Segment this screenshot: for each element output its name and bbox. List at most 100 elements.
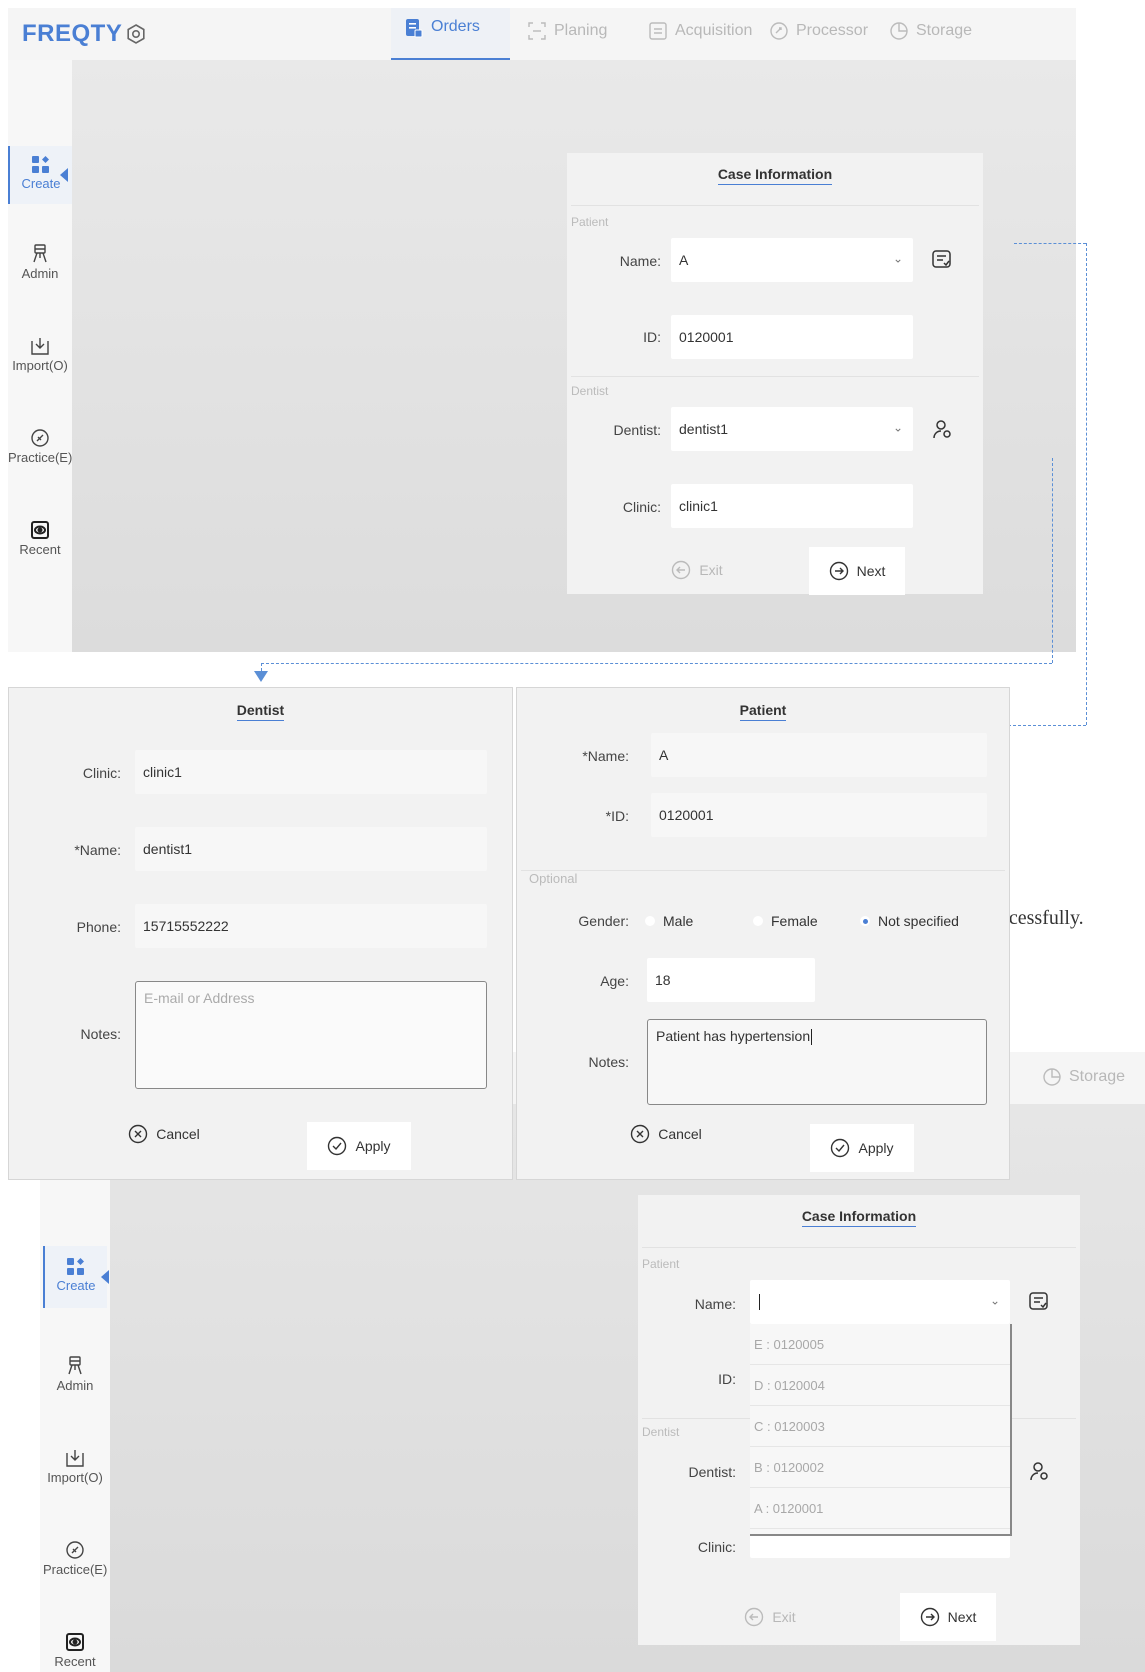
- patient-edit-icon[interactable]: [931, 249, 953, 271]
- sidebar-item-label: Practice(E): [8, 450, 73, 465]
- sidebar-item-recent[interactable]: Recent: [43, 1632, 107, 1669]
- top-nav-bar: FREQTY Orders Planing Acquisition Proces…: [8, 8, 1076, 60]
- app-logo: FREQTY: [22, 20, 123, 47]
- chevron-down-icon: ⌄: [892, 251, 903, 266]
- connector-line: [261, 663, 1052, 664]
- dialog-title: Dentist: [9, 702, 512, 721]
- storage-icon: [1043, 1068, 1061, 1086]
- id-field[interactable]: 0120001: [671, 315, 913, 359]
- clinic-field-value: clinic1: [679, 498, 718, 514]
- tab-planing[interactable]: Planing: [514, 22, 621, 60]
- phone-field[interactable]: 15715552222: [135, 904, 487, 948]
- section-label-dentist: Dentist: [642, 1425, 680, 1439]
- tab-orders[interactable]: Orders: [391, 8, 510, 60]
- cancel-button[interactable]: Cancel: [119, 1112, 209, 1156]
- active-indicator-arrow: [101, 1270, 109, 1284]
- sidebar-item-import[interactable]: Import(O): [8, 336, 72, 373]
- dropdown-item[interactable]: C : 0120003: [750, 1406, 1010, 1447]
- dropdown-item[interactable]: B : 0120002: [750, 1447, 1010, 1488]
- next-button[interactable]: Next: [809, 547, 905, 595]
- sidebar-item-label: Admin: [21, 266, 59, 281]
- sidebar-item-recent[interactable]: Recent: [8, 520, 72, 557]
- clinic-field[interactable]: clinic1: [671, 484, 913, 528]
- notes-placeholder: E-mail or Address: [144, 990, 255, 1006]
- name-field[interactable]: dentist1: [135, 827, 487, 871]
- next-button[interactable]: Next: [900, 1593, 996, 1641]
- notes-label: Notes:: [80, 1026, 121, 1042]
- next-button-label: Next: [856, 563, 886, 579]
- clinic-label: Clinic:: [697, 1539, 736, 1555]
- dentist-edit-icon[interactable]: [1028, 1460, 1050, 1482]
- gender-label: Gender:: [578, 913, 629, 929]
- gender-radio-female[interactable]: Female: [753, 913, 818, 929]
- tab-acquisition[interactable]: Acquisition: [635, 22, 766, 60]
- radio-selected-icon: [860, 916, 870, 926]
- tab-storage[interactable]: Storage: [876, 22, 986, 60]
- exit-button[interactable]: Exit: [720, 1595, 820, 1639]
- radio-icon: [645, 916, 655, 926]
- dentist-edit-icon[interactable]: [931, 418, 953, 440]
- sidebar-item-import[interactable]: Import(O): [43, 1448, 107, 1485]
- notes-value: Patient has hypertension: [656, 1028, 811, 1044]
- sidebar-item-label: Practice(E): [43, 1562, 108, 1577]
- name-dropdown-list: E : 0120005 D : 0120004 C : 0120003 B : …: [750, 1324, 1012, 1536]
- notes-textarea[interactable]: E-mail or Address: [135, 981, 487, 1089]
- gender-radio-male[interactable]: Male: [645, 913, 693, 929]
- dropdown-item[interactable]: D : 0120004: [750, 1365, 1010, 1406]
- case-information-card: Case Information Patient Name: A ⌄ ID: 0…: [567, 153, 983, 595]
- check-circle-icon: [328, 1136, 347, 1156]
- cancel-button-label: Cancel: [658, 1126, 702, 1142]
- apply-button[interactable]: Apply: [307, 1122, 411, 1170]
- sidebar-item-practice[interactable]: Practice(E): [43, 1540, 107, 1577]
- gender-radio-not-specified[interactable]: Not specified: [860, 913, 959, 929]
- age-field-value: 18: [655, 972, 671, 988]
- case-information-card: Case Information Patient Name: ⌄ ID: Den…: [638, 1195, 1080, 1645]
- card-title: Case Information: [638, 1208, 1080, 1227]
- active-indicator-arrow: [60, 168, 68, 182]
- sidebar-item-label: Create: [56, 1278, 96, 1293]
- text-cursor: [811, 1029, 813, 1046]
- name-field-value: dentist1: [143, 841, 193, 857]
- dentist-select[interactable]: dentist1 ⌄: [671, 407, 913, 451]
- section-label-dentist: Dentist: [571, 384, 609, 398]
- processor-icon: [770, 22, 788, 40]
- apply-button-label: Apply: [858, 1140, 894, 1156]
- gear-icon[interactable]: [124, 22, 148, 46]
- exit-button-label: Exit: [699, 562, 723, 578]
- radio-label: Male: [663, 913, 694, 929]
- id-field[interactable]: 0120001: [651, 793, 987, 837]
- name-select[interactable]: ⌄: [750, 1280, 1010, 1324]
- tab-processor[interactable]: Processor: [756, 22, 882, 60]
- name-label: Name:: [694, 1296, 736, 1312]
- clinic-field[interactable]: clinic1: [135, 750, 487, 794]
- import-icon: [31, 338, 49, 355]
- acquisition-icon: [649, 22, 667, 40]
- age-field[interactable]: 18: [647, 958, 815, 1002]
- exit-button-label: Exit: [772, 1609, 796, 1625]
- patient-edit-icon[interactable]: [1028, 1291, 1050, 1313]
- patient-dialog: Patient *Name: A *ID: 0120001 Optional G…: [516, 687, 1010, 1180]
- sidebar-item-create[interactable]: Create: [43, 1246, 107, 1308]
- import-icon: [66, 1450, 84, 1467]
- dentist-dialog: Dentist Clinic: clinic1 *Name: dentist1 …: [8, 687, 513, 1180]
- tab-acquisition-label: Acquisition: [675, 22, 753, 39]
- dropdown-item[interactable]: E : 0120005: [750, 1324, 1010, 1365]
- tab-storage[interactable]: Storage: [1043, 1068, 1125, 1086]
- apply-button[interactable]: Apply: [810, 1124, 914, 1172]
- tab-storage-label: Storage: [1069, 1068, 1126, 1085]
- name-field[interactable]: A: [651, 733, 987, 777]
- cancel-button[interactable]: Cancel: [621, 1112, 711, 1156]
- notes-textarea[interactable]: Patient has hypertension: [647, 1019, 987, 1105]
- sidebar-item-admin[interactable]: Admin: [43, 1356, 107, 1393]
- recent-icon: [66, 1633, 84, 1651]
- create-icon: [32, 156, 49, 173]
- dropdown-item[interactable]: A : 0120001: [750, 1488, 1010, 1529]
- clinic-label: Clinic:: [82, 765, 121, 781]
- id-field-value: 0120001: [659, 807, 714, 823]
- sidebar-item-admin[interactable]: Admin: [8, 244, 72, 281]
- exit-button[interactable]: Exit: [647, 548, 747, 592]
- section-label-patient: Patient: [571, 215, 609, 229]
- name-select[interactable]: A ⌄: [671, 238, 913, 282]
- recent-icon: [31, 521, 49, 539]
- sidebar-item-practice[interactable]: Practice(E): [8, 428, 72, 465]
